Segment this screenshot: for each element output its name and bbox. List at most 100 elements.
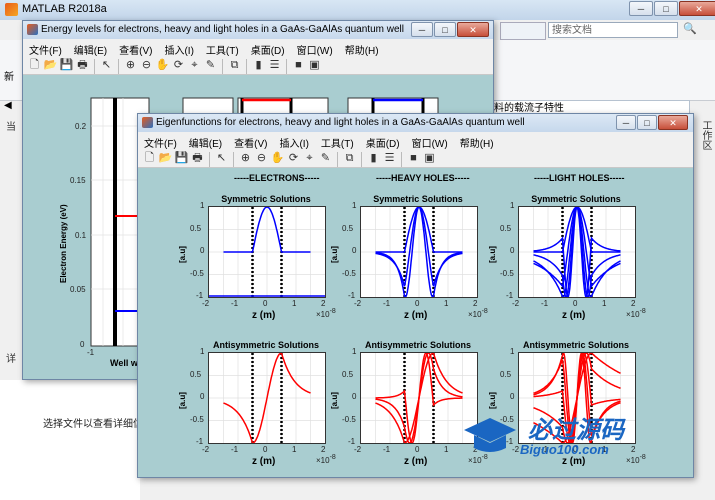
- toolbar-separator: [209, 152, 210, 167]
- hide-plot-tools-icon[interactable]: ■: [406, 151, 421, 166]
- edit-plot-icon[interactable]: ↖: [214, 151, 229, 166]
- light-holes-antisymmetric-ytick: 0: [510, 392, 515, 401]
- colorbar-icon[interactable]: ▮: [251, 58, 266, 73]
- workspace-side-tab[interactable]: 工作区: [695, 120, 713, 180]
- electrons-symmetric-xtick: 0: [263, 299, 268, 308]
- data-cursor-icon[interactable]: ⌖: [302, 151, 317, 166]
- ytick-label: 0.05: [70, 285, 86, 294]
- electrons-symmetric-ytick: 1: [200, 201, 205, 210]
- menu-edit[interactable]: 编辑(E): [68, 39, 113, 57]
- show-plot-tools-icon[interactable]: ▣: [422, 151, 437, 166]
- menu-tools[interactable]: 工具(T): [315, 132, 360, 150]
- electrons-antisymmetric-title: Antisymmetric Solutions: [212, 340, 320, 350]
- toolbar-separator: [94, 59, 95, 74]
- light-holes-symmetric-y-label: [a.u]: [488, 246, 497, 263]
- light-holes-symmetric-xtick: -2: [512, 299, 520, 308]
- light-holes-symmetric-title: Symmetric Solutions: [531, 194, 621, 204]
- figure2-minimize-button[interactable]: ─: [616, 115, 636, 130]
- new-figure-icon[interactable]: 🗋: [27, 58, 42, 73]
- search-icon[interactable]: 🔍: [682, 22, 698, 38]
- menu-desktop[interactable]: 桌面(D): [360, 132, 406, 150]
- save-icon[interactable]: 💾: [59, 58, 74, 73]
- electrons-section-label: -----ELECTRONS-----: [234, 173, 320, 183]
- open-file-icon[interactable]: 📂: [158, 151, 173, 166]
- heavy-holes-symmetric-x-exponent: ×10-8: [468, 308, 488, 319]
- menu-window[interactable]: 窗口(W): [291, 39, 339, 57]
- zoom-out-icon[interactable]: ⊖: [254, 151, 269, 166]
- figure1-maximize-button[interactable]: □: [434, 22, 456, 37]
- figure2-title: Eigenfunctions for electrons, heavy and …: [156, 117, 525, 128]
- menu-edit[interactable]: 编辑(E): [183, 132, 228, 150]
- electrons-symmetric-y-label: [a.u]: [178, 246, 187, 263]
- figure1-menubar: 文件(F) 编辑(E) 查看(V) 插入(I) 工具(T) 桌面(D) 窗口(W…: [23, 39, 493, 57]
- electrons-antisymmetric-ytick: 0.5: [190, 369, 202, 379]
- toolbar-separator: [286, 59, 287, 74]
- electrons-antisymmetric-xtick: 2: [321, 445, 326, 454]
- menu-view[interactable]: 查看(V): [113, 39, 158, 57]
- electrons-antisymmetric-x-label: z (m): [252, 456, 276, 467]
- electrons-symmetric-title: Symmetric Solutions: [221, 194, 311, 204]
- heavy-holes-antisymmetric-xtick: -1: [383, 445, 391, 454]
- show-plot-tools-icon[interactable]: ▣: [307, 58, 322, 73]
- heavy-holes-symmetric-xtick: 1: [444, 299, 449, 308]
- new-figure-icon[interactable]: 🗋: [142, 151, 157, 166]
- electrons-antisymmetric-x-exponent-power: -8: [329, 454, 336, 461]
- toolbar-separator: [118, 59, 119, 74]
- menu-insert[interactable]: 插入(I): [158, 39, 199, 57]
- menu-insert[interactable]: 插入(I): [273, 132, 314, 150]
- menu-file[interactable]: 文件(F): [138, 132, 183, 150]
- electrons-antisymmetric-ytick: 1: [200, 347, 205, 356]
- figure1-minimize-button[interactable]: ─: [411, 22, 433, 37]
- legend-icon[interactable]: ☰: [267, 58, 282, 73]
- open-file-icon[interactable]: 📂: [43, 58, 58, 73]
- menu-tools[interactable]: 工具(T): [200, 39, 245, 57]
- print-icon[interactable]: 🖶: [190, 151, 205, 166]
- watermark-brand: 必过源码: [528, 417, 624, 444]
- light-holes-symmetric-ytick: 0.5: [500, 223, 512, 233]
- toolbar-separator: [222, 59, 223, 74]
- zoom-in-icon[interactable]: ⊕: [123, 58, 138, 73]
- legend-icon[interactable]: ☰: [382, 151, 397, 166]
- maximize-button[interactable]: □: [654, 1, 678, 16]
- figure1-title: Energy levels for electrons, heavy and l…: [41, 24, 404, 35]
- menu-help[interactable]: 帮助(H): [454, 132, 500, 150]
- pan-icon[interactable]: ✋: [155, 58, 170, 73]
- save-icon[interactable]: 💾: [174, 151, 189, 166]
- menu-desktop[interactable]: 桌面(D): [245, 39, 291, 57]
- menu-view[interactable]: 查看(V): [228, 132, 273, 150]
- data-cursor-icon[interactable]: ⌖: [187, 58, 202, 73]
- figure2-close-button[interactable]: ✕: [658, 115, 688, 130]
- details-label: 详: [6, 354, 16, 365]
- zoom-in-icon[interactable]: ⊕: [238, 151, 253, 166]
- hide-plot-tools-icon[interactable]: ■: [291, 58, 306, 73]
- colorbar-icon[interactable]: ▮: [366, 151, 381, 166]
- close-button[interactable]: ✕: [679, 1, 715, 16]
- rotate-icon[interactable]: ⟳: [171, 58, 186, 73]
- minimize-button[interactable]: ─: [629, 1, 653, 16]
- heavy-holes-symmetric-ytick: -0.5: [342, 268, 356, 278]
- pan-icon[interactable]: ✋: [270, 151, 285, 166]
- electrons-symmetric-xtick: 1: [292, 299, 297, 308]
- back-arrow-icon[interactable]: ◀: [4, 100, 18, 114]
- electrons-symmetric-xtick: -2: [202, 299, 210, 308]
- zoom-out-icon[interactable]: ⊖: [139, 58, 154, 73]
- brush-icon[interactable]: ✎: [318, 151, 333, 166]
- toolstrip-quick-buttons[interactable]: [500, 22, 546, 40]
- menu-help[interactable]: 帮助(H): [339, 39, 385, 57]
- menu-file[interactable]: 文件(F): [23, 39, 68, 57]
- link-plot-icon[interactable]: ⧉: [227, 58, 242, 73]
- link-plot-icon[interactable]: ⧉: [342, 151, 357, 166]
- light-holes-symmetric-xtick: 0: [573, 299, 578, 308]
- electrons-symmetric-ytick: -0.5: [190, 268, 204, 278]
- rotate-icon[interactable]: ⟳: [286, 151, 301, 166]
- edit-plot-icon[interactable]: ↖: [99, 58, 114, 73]
- light-holes-section-label: -----LIGHT HOLES-----: [534, 173, 625, 183]
- search-documentation-input[interactable]: 搜索文档: [548, 22, 678, 38]
- figure1-close-button[interactable]: ✕: [457, 22, 489, 37]
- print-icon[interactable]: 🖶: [75, 58, 90, 73]
- brush-icon[interactable]: ✎: [203, 58, 218, 73]
- light-holes-symmetric-xtick: 1: [602, 299, 607, 308]
- menu-window[interactable]: 窗口(W): [406, 132, 454, 150]
- figure2-maximize-button[interactable]: □: [637, 115, 657, 130]
- electrons-symmetric-xtick: 2: [321, 299, 326, 308]
